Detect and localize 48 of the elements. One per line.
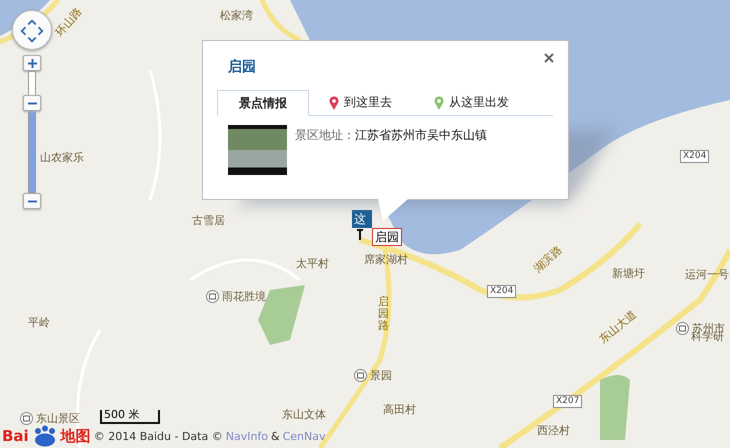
minus-icon: [28, 102, 36, 104]
place-label: 平岭: [28, 316, 50, 329]
place-label: 东山文体: [282, 408, 326, 421]
popup-pointer: [378, 199, 408, 221]
place-label: 山农家乐: [40, 151, 84, 164]
place-label: 运河一号: [685, 268, 729, 281]
plus-icon: [28, 58, 36, 68]
place-label: 西泾村: [537, 424, 570, 437]
road-label: 启园路: [378, 296, 389, 332]
road-number-label: X204: [680, 150, 710, 163]
map-marker[interactable]: 这: [352, 210, 372, 228]
place-label: 太平村: [296, 257, 329, 270]
logo-text: 地图: [60, 426, 91, 446]
photo-placeholder: [228, 125, 287, 175]
address-label: 景区地址：: [295, 127, 355, 144]
place-label: 席家湖村: [364, 253, 408, 266]
map-view[interactable]: 环山路 松家湾 山农家乐 古雪居 太平村 雨花胜境 平岭 东山景区 席家湖村 启园路 X204 X204 X207 湖滨路 新塘圩 运河一号 苏州市 科学研 东山大道 景园 高田村 西泾村 东山文体 这 启园 启园 景点情报 到这里去 从这里出发 景区地址：江苏省苏州市吴中东山镇 500 米 Bai 地图 © 2014 Baidu - Data © NavInfo & CenNav: [0, 0, 730, 448]
zoom-slider-handle[interactable]: [23, 95, 41, 111]
place-label: 松家湾: [220, 9, 253, 22]
minus-icon: [28, 200, 36, 202]
place-label: 新塘圩: [612, 267, 645, 280]
zoom-in-button[interactable]: [23, 55, 41, 71]
road-label: 东山大道: [596, 308, 639, 346]
logo-text: Bai: [2, 427, 29, 445]
road-number-label: X204: [487, 285, 516, 298]
zoom-out-button[interactable]: [23, 193, 41, 209]
place-label: 古雪居: [192, 214, 225, 227]
road-number-label: X207: [553, 395, 582, 408]
info-title: 启园: [228, 58, 256, 76]
address-text: 江苏省苏州市吴中东山镇: [355, 127, 487, 144]
marker-label: 启园: [372, 228, 402, 246]
road-label: 环山路: [53, 5, 84, 39]
pin-icon: [434, 96, 444, 110]
info-tab[interactable]: 从这里出发: [420, 90, 550, 115]
place-label: 雨花胜境: [222, 290, 266, 303]
separator-text: &: [271, 430, 280, 442]
pin-icon: [329, 96, 339, 110]
road-label: 湖滨路: [531, 243, 565, 275]
place-label: 高田村: [383, 403, 416, 416]
close-icon: [544, 53, 554, 63]
place-label: 东山景区: [36, 412, 80, 425]
pin-icon: [356, 229, 364, 241]
info-tab[interactable]: 景点情报: [217, 90, 309, 116]
close-button[interactable]: [544, 53, 554, 63]
place-label: 景园: [370, 369, 392, 382]
info-tab[interactable]: 到这里去: [315, 90, 420, 115]
scale-text: 500 米: [104, 407, 140, 422]
copyright-text: © 2014 Baidu - Data ©: [94, 430, 223, 442]
